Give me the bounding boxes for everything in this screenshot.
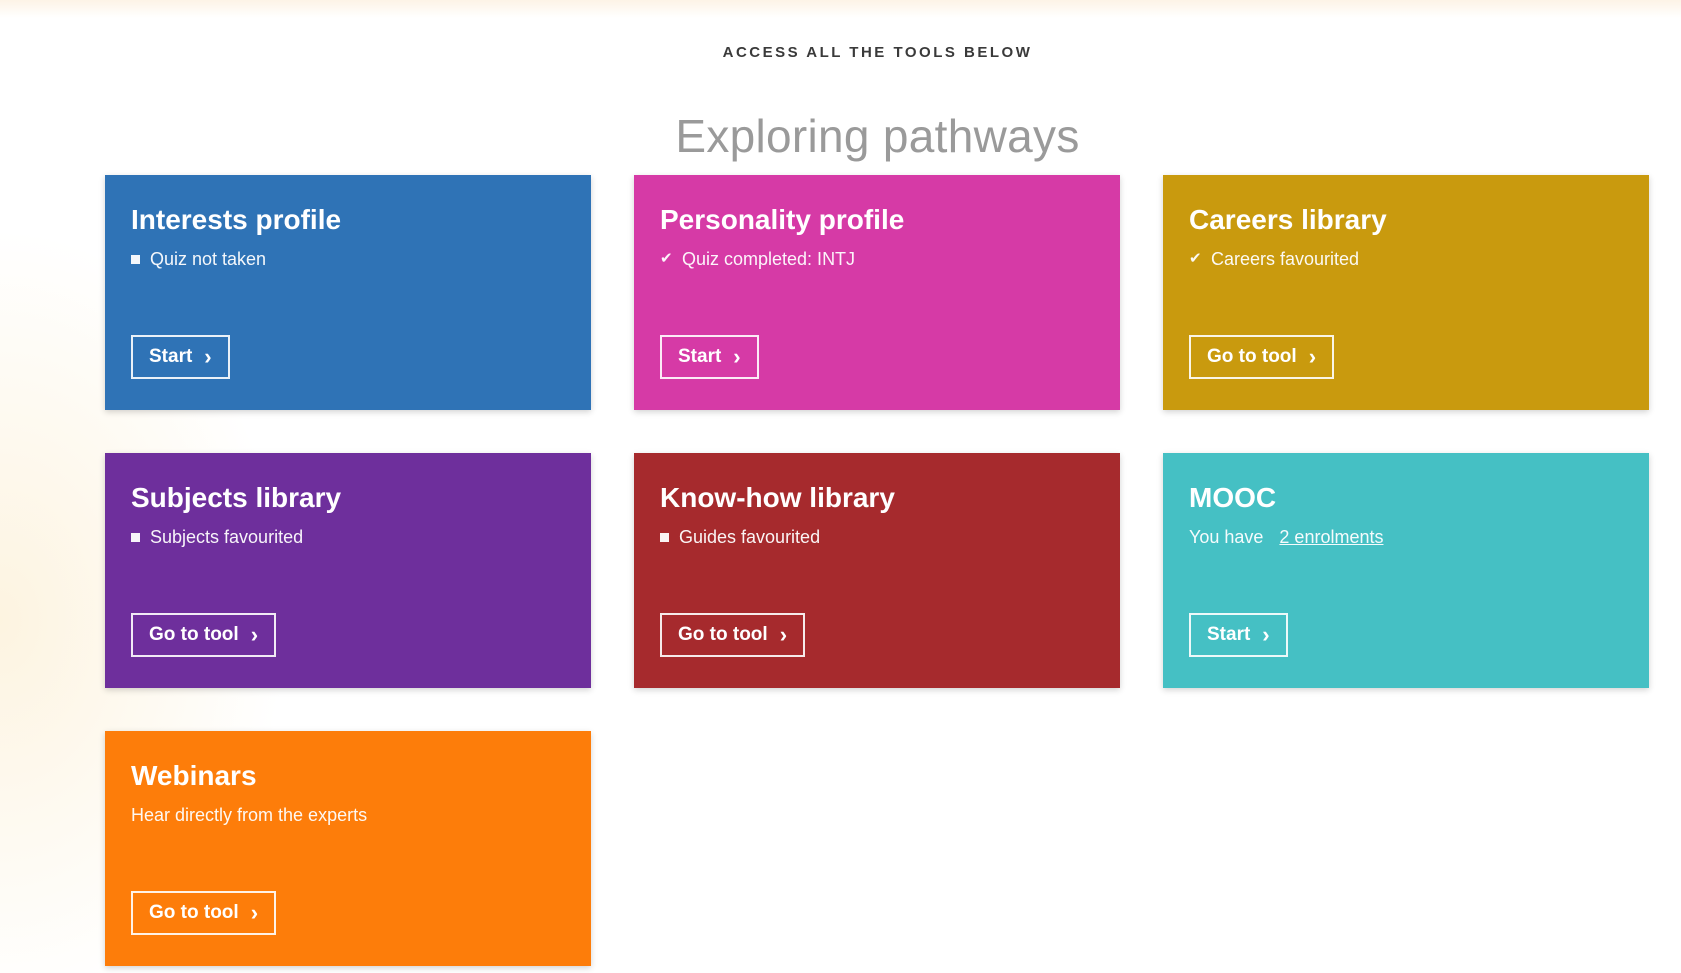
section-eyebrow: ACCESS ALL THE TOOLS BELOW <box>722 44 1033 61</box>
card-status: ✔ Careers favourited <box>1189 247 1623 271</box>
chevron-right-icon: › <box>204 344 212 369</box>
card-status: Guides favourited <box>660 525 1094 549</box>
square-icon <box>131 532 140 542</box>
go-to-tool-button[interactable]: Go to tool › <box>131 613 277 657</box>
go-to-tool-button[interactable]: Go to tool › <box>1189 335 1335 379</box>
card-title: Interests profile <box>131 204 342 235</box>
start-button[interactable]: Start › <box>1189 613 1288 657</box>
chevron-right-icon: › <box>250 622 259 647</box>
card-title: Careers library <box>1189 204 1387 235</box>
button-label: Start <box>678 346 722 367</box>
tool-card-interests-profile: Interests profile Quiz not taken Start › <box>105 175 591 410</box>
card-title: Know-how library <box>660 482 895 513</box>
check-icon: ✔ <box>1189 250 1202 267</box>
card-status-text: Quiz not taken <box>150 249 267 269</box>
button-label: Go to tool <box>1207 346 1297 367</box>
chevron-right-icon: › <box>1308 344 1317 369</box>
card-status: Subjects favourited <box>131 525 565 549</box>
card-status-text: Guides favourited <box>679 527 821 547</box>
card-status-text: Careers favourited <box>1211 249 1360 269</box>
chevron-right-icon: › <box>250 900 259 925</box>
button-label: Go to tool <box>149 902 239 923</box>
check-icon: ✔ <box>660 250 673 267</box>
start-button[interactable]: Start › <box>660 335 759 379</box>
button-label: Go to tool <box>678 624 768 645</box>
button-label: Start <box>1207 624 1251 645</box>
section-title: Exploring pathways <box>675 109 1080 162</box>
card-title: Webinars <box>131 760 257 791</box>
enrolments-link[interactable]: 2 enrolments <box>1279 525 1383 549</box>
card-title: Personality profile <box>660 204 905 235</box>
go-to-tool-button[interactable]: Go to tool › <box>131 891 277 935</box>
card-status: Hear directly from the experts <box>131 803 565 827</box>
button-label: Go to tool <box>149 624 239 645</box>
square-icon <box>660 532 669 542</box>
tool-card-webinars: Webinars Hear directly from the experts … <box>105 731 591 966</box>
card-status-text: Subjects favourited <box>150 527 304 547</box>
tool-card-careers-library: Careers library ✔ Careers favourited Go … <box>1163 175 1649 410</box>
chevron-right-icon: › <box>779 622 788 647</box>
square-icon <box>131 254 140 264</box>
chevron-right-icon: › <box>733 344 741 369</box>
tool-card-know-how-library: Know-how library Guides favourited Go to… <box>634 453 1120 688</box>
go-to-tool-button[interactable]: Go to tool › <box>660 613 806 657</box>
chevron-right-icon: › <box>1262 622 1270 647</box>
card-status-text: You have <box>1189 527 1264 547</box>
card-title: MOOC <box>1189 482 1277 513</box>
card-status: Quiz not taken <box>131 247 565 271</box>
tool-card-personality-profile: Personality profile ✔ Quiz completed: IN… <box>634 175 1120 410</box>
tools-grid: Interests profile Quiz not taken Start ›… <box>105 175 1649 966</box>
tool-card-mooc: MOOC You have 2 enrolments Start › <box>1163 453 1649 688</box>
card-status-text: Hear directly from the experts <box>131 805 368 825</box>
button-label: Start <box>149 346 193 367</box>
card-status: ✔ Quiz completed: INTJ <box>660 247 1094 271</box>
start-button[interactable]: Start › <box>131 335 230 379</box>
exploring-pathways-section: ACCESS ALL THE TOOLS BELOW Exploring pat… <box>0 0 1681 973</box>
card-title: Subjects library <box>131 482 342 513</box>
card-status: You have 2 enrolments <box>1189 525 1623 549</box>
card-status-text: Quiz completed: INTJ <box>682 249 856 269</box>
tool-card-subjects-library: Subjects library Subjects favourited Go … <box>105 453 591 688</box>
